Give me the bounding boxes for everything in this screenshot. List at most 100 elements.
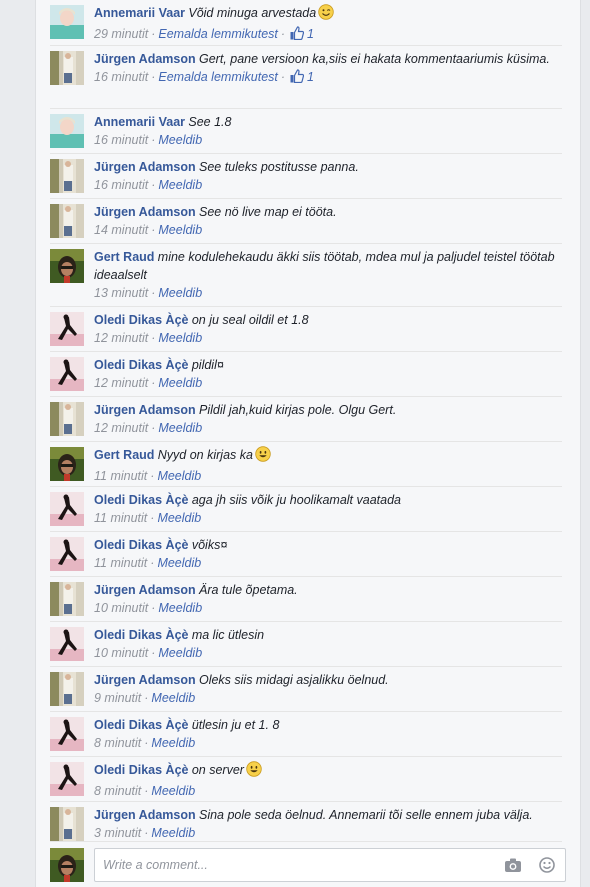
comment-body: Jürgen Adamson Gert, pane versioon ka,si… xyxy=(94,50,562,88)
comment-author[interactable]: Oledi Dikas Àçè xyxy=(94,628,189,642)
like-button[interactable]: Meeldib xyxy=(151,826,195,840)
comment-meta: 9 minutit · Meeldib xyxy=(94,689,562,707)
comment-body: Gert Raud Nyyd on kirjas ka 11 minutit · Me… xyxy=(94,446,562,485)
like-button[interactable]: Meeldib xyxy=(158,421,202,435)
avatar[interactable] xyxy=(50,672,84,706)
comment-input-box[interactable] xyxy=(94,848,566,882)
comment-author[interactable]: Jürgen Adamson xyxy=(94,205,196,219)
meta-separator: · xyxy=(144,826,149,840)
avatar[interactable] xyxy=(50,114,84,148)
comment-author[interactable]: Gert Raud xyxy=(94,250,154,264)
like-button[interactable]: Meeldib xyxy=(157,511,201,525)
comment-meta: 11 minutit · Meeldib xyxy=(94,509,562,527)
comment-timestamp[interactable]: 14 minutit xyxy=(94,223,148,237)
emoji-icon[interactable] xyxy=(539,857,555,876)
like-button[interactable]: Meeldib xyxy=(151,784,195,798)
comment-timestamp[interactable]: 8 minutit xyxy=(94,736,141,750)
avatar[interactable] xyxy=(50,582,84,616)
meta-separator: · xyxy=(151,331,156,345)
comment-timestamp[interactable]: 29 minutit xyxy=(94,27,148,41)
like-button[interactable]: Eemalda lemmikutest xyxy=(158,27,278,41)
comment-author[interactable]: Jürgen Adamson xyxy=(94,160,196,174)
avatar[interactable] xyxy=(50,807,84,841)
comment-author[interactable]: Oledi Dikas Àçè xyxy=(94,538,189,552)
avatar[interactable] xyxy=(50,848,84,882)
comment-author[interactable]: Oledi Dikas Àçè xyxy=(94,358,189,372)
wink-emoji-icon xyxy=(318,4,334,25)
avatar[interactable] xyxy=(50,717,84,751)
camera-icon[interactable] xyxy=(505,858,521,875)
comment-input[interactable] xyxy=(95,849,511,881)
comment-timestamp[interactable]: 10 minutit xyxy=(94,601,148,615)
like-button[interactable]: Meeldib xyxy=(151,691,195,705)
comment-meta: 12 minutit · Meeldib xyxy=(94,329,562,347)
avatar[interactable] xyxy=(50,5,84,39)
comment-timestamp[interactable]: 11 minutit xyxy=(94,511,147,525)
comment-text: Oleks siis midagi asjalikku öelnud. xyxy=(198,673,389,687)
avatar[interactable] xyxy=(50,537,84,571)
comment-meta: 13 minutit · Meeldib xyxy=(94,284,562,302)
comment-author[interactable]: Jürgen Adamson xyxy=(94,808,196,822)
comment-timestamp[interactable]: 16 minutit xyxy=(94,178,148,192)
comment-timestamp[interactable]: 9 minutit xyxy=(94,691,141,705)
avatar[interactable] xyxy=(50,357,84,391)
comment-timestamp[interactable]: 10 minutit xyxy=(94,646,148,660)
like-button[interactable]: Meeldib xyxy=(158,133,202,147)
like-button[interactable]: Meeldib xyxy=(157,556,201,570)
comment-timestamp[interactable]: 3 minutit xyxy=(94,826,141,840)
comment-timestamp[interactable]: 16 minutit xyxy=(94,70,148,84)
comment-timestamp[interactable]: 12 minutit xyxy=(94,376,148,390)
comment-author[interactable]: Jürgen Adamson xyxy=(94,52,196,66)
like-button[interactable]: Meeldib xyxy=(158,601,202,615)
comment-timestamp[interactable]: 16 minutit xyxy=(94,133,148,147)
like-count[interactable]: 1 xyxy=(307,27,314,41)
comment-author[interactable]: Jürgen Adamson xyxy=(94,403,196,417)
comment-author[interactable]: Oledi Dikas Àçè xyxy=(94,313,189,327)
like-button[interactable]: Eemalda lemmikutest xyxy=(158,70,278,84)
smile-emoji-icon xyxy=(255,446,271,467)
comment-item: Oledi Dikas Àçè ma lic ütlesin 10 minutit… xyxy=(50,621,562,662)
comment-meta: 16 minutit · Meeldib xyxy=(94,176,562,194)
comment-body: Oledi Dikas Àçè ütlesin ju et 1. 8 8 minu… xyxy=(94,716,562,752)
avatar[interactable] xyxy=(50,402,84,436)
avatar[interactable] xyxy=(50,447,84,481)
comment-meta: 11 minutit · Meeldib xyxy=(94,554,562,572)
thumbs-up-icon[interactable] xyxy=(290,69,305,88)
comment-timestamp[interactable]: 12 minutit xyxy=(94,331,148,345)
comment-body: Jürgen Adamson Pildil jah,kuid kirjas po… xyxy=(94,401,562,437)
like-button[interactable]: Meeldib xyxy=(158,178,202,192)
like-count[interactable]: 1 xyxy=(307,70,314,84)
comment-author[interactable]: Oledi Dikas Àçè xyxy=(94,718,189,732)
comment-author[interactable]: Jürgen Adamson xyxy=(94,583,196,597)
like-button[interactable]: Meeldib xyxy=(158,376,202,390)
comment-timestamp[interactable]: 12 minutit xyxy=(94,421,148,435)
avatar[interactable] xyxy=(50,627,84,661)
like-button[interactable]: Meeldib xyxy=(158,646,202,660)
smile-emoji-icon xyxy=(246,761,262,782)
comment-author[interactable]: Gert Raud xyxy=(94,448,154,462)
avatar[interactable] xyxy=(50,204,84,238)
comment-author[interactable]: Annemarii Vaar xyxy=(94,115,185,129)
avatar[interactable] xyxy=(50,492,84,526)
avatar[interactable] xyxy=(50,51,84,85)
avatar[interactable] xyxy=(50,312,84,346)
like-button[interactable]: Meeldib xyxy=(158,286,202,300)
thumbs-up-icon[interactable] xyxy=(290,26,305,45)
comment-author[interactable]: Oledi Dikas Àçè xyxy=(94,763,189,777)
comment-timestamp[interactable]: 11 minutit xyxy=(94,556,147,570)
comment-meta: 11 minutit · Meeldib xyxy=(94,467,562,485)
like-button[interactable]: Meeldib xyxy=(151,736,195,750)
comment-author[interactable]: Annemarii Vaar xyxy=(94,6,185,20)
like-button[interactable]: Meeldib xyxy=(158,331,202,345)
comment-timestamp[interactable]: 8 minutit xyxy=(94,784,141,798)
comment-timestamp[interactable]: 13 minutit xyxy=(94,286,148,300)
avatar[interactable] xyxy=(50,249,84,283)
comment-author[interactable]: Oledi Dikas Àçè xyxy=(94,493,189,507)
comment-author[interactable]: Jürgen Adamson xyxy=(94,673,196,687)
meta-separator: · xyxy=(150,511,155,525)
like-button[interactable]: Meeldib xyxy=(158,223,202,237)
avatar[interactable] xyxy=(50,159,84,193)
like-button[interactable]: Meeldib xyxy=(157,469,201,483)
comment-timestamp[interactable]: 11 minutit xyxy=(94,469,147,483)
avatar[interactable] xyxy=(50,762,84,796)
